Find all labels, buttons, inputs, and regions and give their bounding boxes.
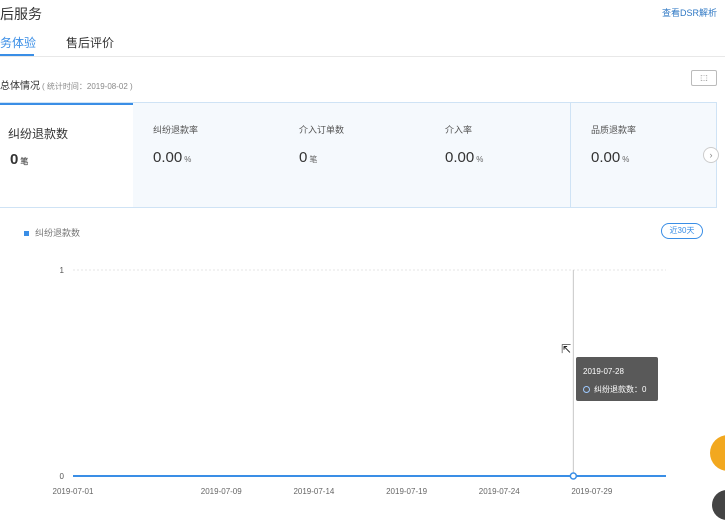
metrics-panel: 纠纷退款数 0笔 纠纷退款率 0.00% 介入订单数 0笔 介入率 0.00% … — [0, 102, 717, 208]
chart-legend[interactable]: 纠纷退款数 — [24, 226, 80, 239]
metric-quality-refund-rate[interactable]: 品质退款率 0.00% — [571, 103, 716, 207]
metric-label: 纠纷退款率 — [153, 125, 199, 135]
tooltip-series-dot — [583, 386, 590, 394]
metric-label: 介入订单数 — [299, 125, 345, 135]
highlight-point — [569, 472, 578, 480]
x-tick-label: 2019-07-29 — [571, 487, 612, 496]
export-button[interactable]: ⬚ — [691, 70, 717, 86]
x-tick-label: 2019-07-19 — [386, 487, 427, 496]
metric-value: 0.00% — [591, 149, 630, 166]
metric-value: 0.00% — [153, 149, 192, 166]
x-tick-label: 2019-07-24 — [479, 487, 520, 496]
metric-intervention-orders[interactable]: 介入订单数 0笔 — [279, 103, 425, 207]
tab-active-indicator — [0, 54, 34, 56]
y-tick-label: 1 — [60, 266, 65, 275]
metric-label: 介入率 — [445, 125, 473, 135]
x-tick-label: 2019-07-14 — [293, 487, 334, 496]
chevron-right-icon[interactable]: › — [703, 147, 719, 163]
mouse-cursor-icon: ⇱ — [561, 342, 572, 356]
tab-service-experience[interactable]: 务体验 — [0, 34, 36, 51]
metric-intervention-rate[interactable]: 介入率 0.00% — [425, 103, 570, 207]
stat-time: ( 统计时间：2019-08-02 ) — [42, 82, 133, 91]
date-range-button[interactable]: 近30天 — [661, 223, 703, 239]
legend-label: 纠纷退款数 — [35, 228, 81, 238]
chart-tooltip: 2019-07-28 纠纷退款数：0 — [576, 357, 658, 401]
metric-value: 0笔 — [299, 149, 318, 166]
y-tick-label: 0 — [60, 472, 65, 481]
tab-bar: 务体验 售后评价 — [0, 30, 725, 57]
legend-swatch — [24, 231, 29, 237]
metric-label: 品质退款率 — [591, 125, 637, 135]
tab-after-sales-review[interactable]: 售后评价 — [66, 34, 114, 51]
metric-label: 纠纷退款数 — [8, 127, 69, 141]
dsr-explain-link[interactable]: 查看DSR解析 — [662, 6, 717, 19]
overview-heading: 总体情况( 统计时间：2019-08-02 ) — [0, 77, 133, 92]
overview-title: 总体情况 — [0, 81, 40, 92]
metric-dispute-refunds[interactable]: 纠纷退款数 0笔 — [0, 103, 133, 207]
metric-value: 0.00% — [445, 149, 484, 166]
x-tick-label: 2019-07-09 — [201, 487, 242, 496]
x-tick-label: 2019-07-01 — [53, 487, 94, 496]
tooltip-row: 纠纷退款数：0 — [583, 384, 646, 395]
tooltip-date: 2019-07-28 — [583, 367, 624, 376]
page-title: 后服务 — [0, 6, 42, 22]
metric-value: 0笔 — [10, 151, 29, 168]
metric-dispute-refund-rate[interactable]: 纠纷退款率 0.00% — [133, 103, 279, 207]
